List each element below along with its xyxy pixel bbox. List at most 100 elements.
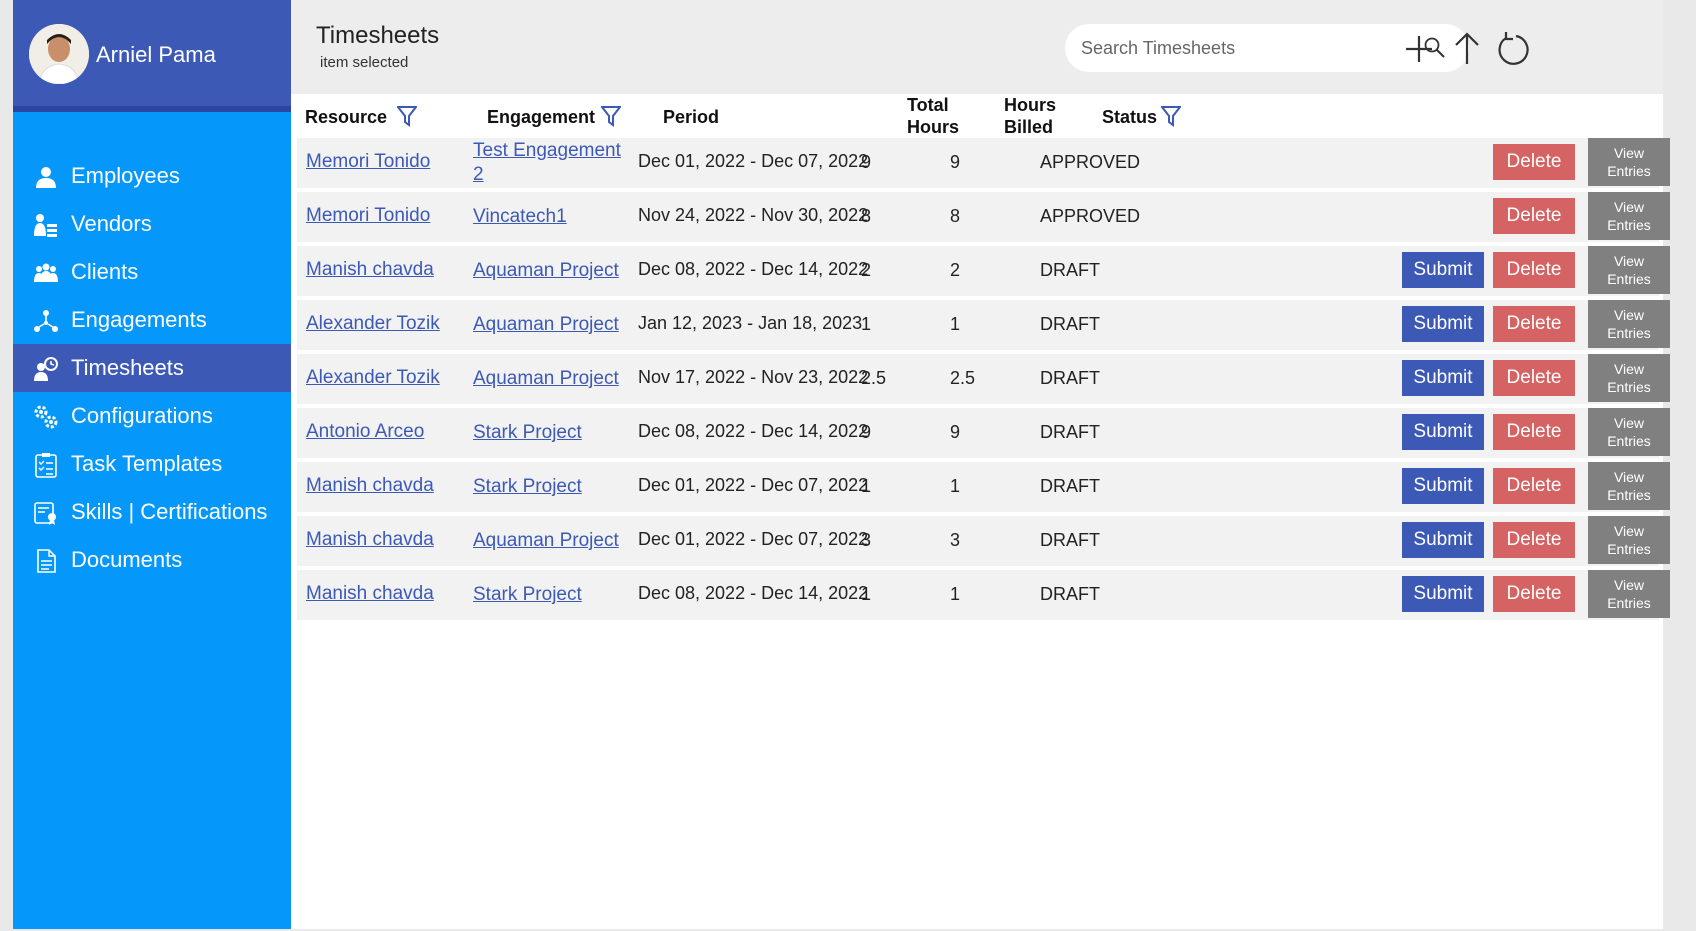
sidebar-item-configurations[interactable]: Configurations	[13, 392, 291, 440]
engagement-link[interactable]: Aquaman Project	[473, 367, 633, 391]
hours-billed-cell: 8	[950, 206, 961, 226]
submit-button[interactable]: Submit	[1402, 468, 1484, 504]
resource-link[interactable]: Manish chavda	[306, 583, 434, 605]
sidebar-item-employees[interactable]: Employees	[13, 152, 291, 200]
view-entries-label-line2: Entries	[1607, 163, 1651, 179]
table-row: Alexander Tozik Aquaman Project Jan 12, 20…	[297, 300, 1670, 350]
hours-billed-cell: 2	[950, 260, 961, 280]
engagement-link[interactable]: Stark Project	[473, 421, 633, 445]
sidebar: Arniel Pama Employees Vendors Clients En…	[13, 0, 291, 929]
search-input[interactable]	[1081, 32, 1421, 64]
view-entries-label-line2: Entries	[1607, 217, 1651, 233]
engagement-link[interactable]: Aquaman Project	[473, 259, 633, 283]
sidebar-item-skills-certifications[interactable]: Skills | Certifications	[13, 488, 291, 536]
status-cell: APPROVED	[1040, 152, 1141, 172]
engagement-link[interactable]: Vincatech1	[473, 205, 633, 229]
certificate-icon	[34, 502, 56, 525]
network-icon	[34, 310, 58, 332]
view-entries-button[interactable]: View Entries	[1588, 462, 1670, 510]
resource-link[interactable]: Antonio Arceo	[306, 421, 424, 443]
column-header-total-hours: Total Hours	[907, 94, 959, 138]
total-hours-cell: 1	[861, 314, 872, 334]
submit-button[interactable]: Submit	[1402, 306, 1484, 342]
view-entries-button[interactable]: View Entries	[1588, 570, 1670, 618]
upload-arrow-icon[interactable]	[1449, 28, 1485, 68]
engagement-link[interactable]: Stark Project	[473, 583, 633, 607]
view-entries-button[interactable]: View Entries	[1588, 300, 1670, 348]
sidebar-nav: Employees Vendors Clients Engagements Ti…	[13, 152, 291, 584]
column-header-total-hours-line2: Hours	[907, 117, 960, 137]
hours-billed-cell: 9	[950, 152, 961, 172]
resource-link[interactable]: Memori Tonido	[306, 205, 430, 227]
sidebar-item-timesheets[interactable]: Timesheets	[13, 344, 291, 392]
status-cell: DRAFT	[1040, 368, 1100, 388]
view-entries-button[interactable]: View Entries	[1588, 354, 1670, 402]
filter-icon[interactable]	[601, 105, 621, 127]
view-entries-button[interactable]: View Entries	[1588, 246, 1670, 294]
engagement-link[interactable]: Aquaman Project	[473, 313, 633, 337]
sidebar-item-engagements[interactable]: Engagements	[13, 296, 291, 344]
page-subtitle: item selected	[320, 54, 409, 71]
delete-button[interactable]: Delete	[1493, 306, 1575, 342]
resource-link[interactable]: Alexander Tozik	[306, 313, 440, 335]
view-entries-label-line1: View	[1613, 361, 1645, 377]
resource-link[interactable]: Memori Tonido	[306, 151, 430, 173]
sidebar-item-documents[interactable]: Documents	[13, 536, 291, 584]
delete-button[interactable]: Delete	[1493, 576, 1575, 612]
delete-button[interactable]: Delete	[1493, 360, 1575, 396]
view-entries-label-line2: Entries	[1607, 541, 1651, 557]
column-header-hours-billed: Hours Billed	[1004, 94, 1056, 138]
delete-button[interactable]: Delete	[1493, 144, 1575, 180]
status-cell: DRAFT	[1040, 584, 1100, 604]
header-bar: Timesheets item selected	[291, 0, 1663, 94]
view-entries-label-line1: View	[1613, 307, 1645, 323]
avatar[interactable]	[29, 24, 89, 84]
engagement-link[interactable]: Stark Project	[473, 475, 633, 499]
view-entries-label-line2: Entries	[1607, 325, 1651, 341]
resource-link[interactable]: Manish chavda	[306, 475, 434, 497]
table-row: Manish chavda Stark Project Dec 01, 2022 -…	[297, 462, 1670, 512]
period-cell: Dec 01, 2022 - Dec 07, 2022	[638, 151, 869, 171]
engagement-link[interactable]: Aquaman Project	[473, 529, 633, 553]
table-row: Manish chavda Stark Project Dec 08, 2022 -…	[297, 570, 1670, 620]
period-cell: Nov 24, 2022 - Nov 30, 2022	[638, 205, 869, 225]
delete-button[interactable]: Delete	[1493, 414, 1575, 450]
status-cell: DRAFT	[1040, 530, 1100, 550]
add-icon[interactable]	[1401, 28, 1437, 68]
column-header-status: Status	[1102, 107, 1158, 127]
view-entries-button[interactable]: View Entries	[1588, 516, 1670, 564]
resource-link[interactable]: Alexander Tozik	[306, 367, 440, 389]
view-entries-button[interactable]: View Entries	[1588, 138, 1670, 186]
view-entries-button[interactable]: View Entries	[1588, 408, 1670, 456]
delete-button[interactable]: Delete	[1493, 468, 1575, 504]
sidebar-item-task-templates[interactable]: Task Templates	[13, 440, 291, 488]
submit-button[interactable]: Submit	[1402, 252, 1484, 288]
view-entries-button[interactable]: View Entries	[1588, 192, 1670, 240]
total-hours-cell: 9	[861, 422, 872, 442]
submit-button[interactable]: Submit	[1402, 360, 1484, 396]
hours-billed-cell: 1	[950, 584, 961, 604]
sidebar-item-label: Task Templates	[71, 451, 223, 476]
submit-button[interactable]: Submit	[1402, 414, 1484, 450]
filter-icon[interactable]	[1161, 105, 1181, 127]
period-cell: Nov 17, 2022 - Nov 23, 2022	[638, 367, 869, 387]
submit-button[interactable]: Submit	[1402, 576, 1484, 612]
engagement-link[interactable]: Test Engagement 2	[473, 139, 633, 187]
sidebar-item-clients[interactable]: Clients	[13, 248, 291, 296]
sidebar-item-label: Clients	[71, 259, 139, 284]
sidebar-item-vendors[interactable]: Vendors	[13, 200, 291, 248]
delete-button[interactable]: Delete	[1493, 252, 1575, 288]
view-entries-label-line1: View	[1613, 145, 1645, 161]
refresh-icon[interactable]	[1496, 28, 1532, 68]
column-header-hours-billed-line1: Hours	[1004, 95, 1057, 115]
submit-button[interactable]: Submit	[1402, 522, 1484, 558]
view-entries-label-line1: View	[1613, 253, 1645, 269]
resource-link[interactable]: Manish chavda	[306, 259, 434, 281]
delete-button[interactable]: Delete	[1493, 522, 1575, 558]
resource-link[interactable]: Manish chavda	[306, 529, 434, 551]
column-header-engagement: Engagement	[487, 107, 596, 127]
filter-icon[interactable]	[397, 105, 417, 127]
table-body: Memori Tonido Test Engagement 2 Dec 01, 20…	[297, 138, 1670, 620]
view-entries-label-line2: Entries	[1607, 271, 1651, 287]
delete-button[interactable]: Delete	[1493, 198, 1575, 234]
